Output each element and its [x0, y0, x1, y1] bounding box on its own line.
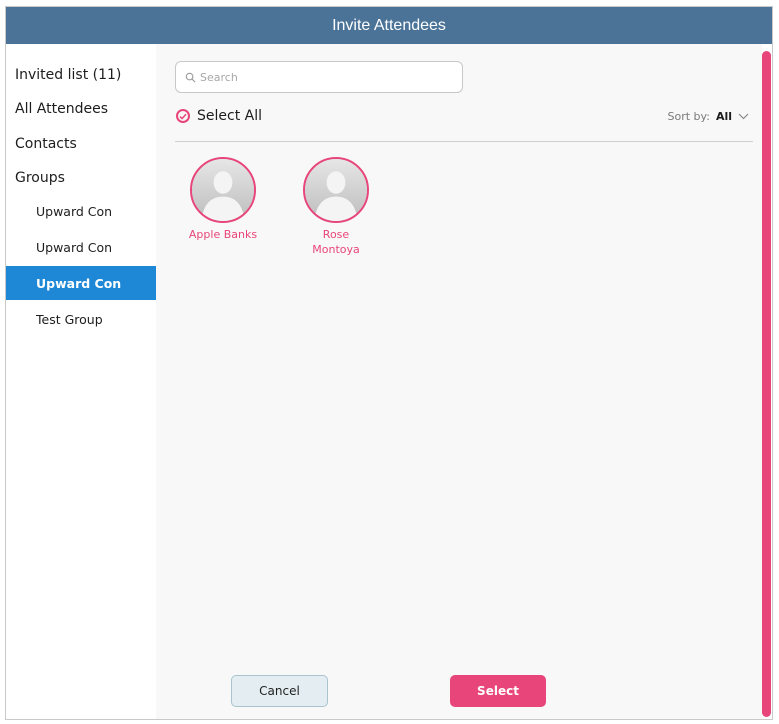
avatar [303, 157, 369, 223]
contact-card[interactable]: Rose Montoya [293, 157, 379, 257]
invite-attendees-dialog: Invite Attendees Invited list (11) All A… [5, 6, 773, 720]
sort-value: All [715, 110, 732, 123]
dialog-title: Invite Attendees [6, 7, 772, 44]
scrollbar-thumb[interactable] [762, 51, 771, 717]
avatar-placeholder-icon [305, 159, 367, 221]
main-panel: Select All Sort by: All [156, 44, 762, 719]
divider [175, 141, 753, 142]
sidebar-item-all-attendees[interactable]: All Attendees [6, 92, 156, 126]
contact-name: Apple Banks [188, 228, 258, 241]
sidebar-item-contacts[interactable]: Contacts [6, 127, 156, 161]
sidebar: Invited list (11) All Attendees Contacts… [6, 44, 156, 719]
select-all-label: Select All [197, 108, 262, 124]
sidebar-item-groups[interactable]: Groups [6, 161, 156, 195]
search-icon [185, 72, 196, 82]
sort-label: Sort by: [667, 110, 710, 123]
select-all-toggle[interactable]: Select All [176, 108, 262, 124]
check-circle-icon [176, 109, 190, 123]
search-box[interactable] [175, 61, 463, 93]
contact-name: Rose Montoya [312, 228, 360, 256]
select-button[interactable]: Select [450, 675, 546, 707]
cancel-button[interactable]: Cancel [231, 675, 328, 707]
sidebar-group-item[interactable]: Upward Con [6, 194, 156, 228]
sort-dropdown[interactable]: Sort by: All [667, 110, 749, 123]
sidebar-group-item-active[interactable]: Upward Con [6, 266, 156, 300]
avatar-placeholder-icon [192, 159, 254, 221]
sidebar-item-invited-list[interactable]: Invited list (11) [6, 58, 156, 92]
avatar [190, 157, 256, 223]
chevron-down-icon [738, 113, 749, 120]
contact-card[interactable]: Apple Banks [180, 157, 266, 242]
search-input[interactable] [200, 70, 440, 84]
sidebar-group-item[interactable]: Test Group [6, 302, 156, 336]
sidebar-group-item[interactable]: Upward Con [6, 230, 156, 264]
